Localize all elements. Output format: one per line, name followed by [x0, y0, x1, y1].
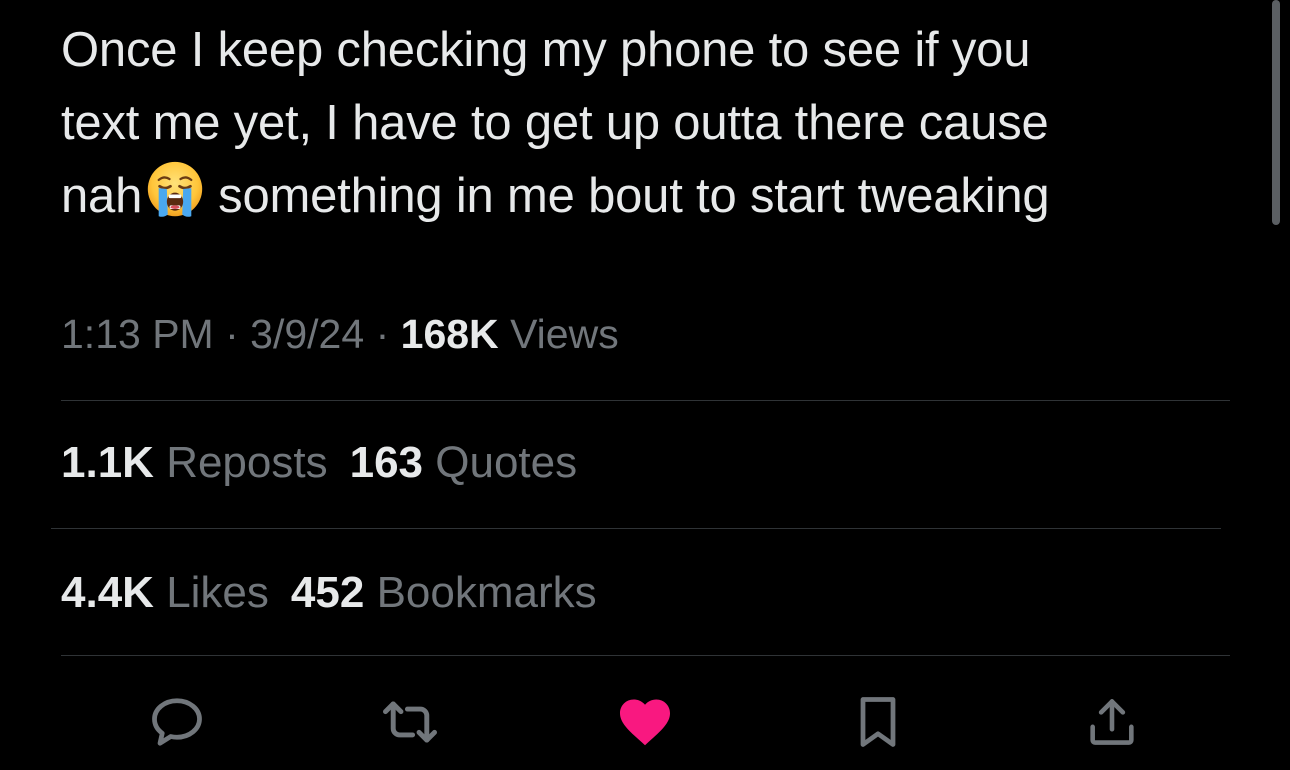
meta-separator: ·	[375, 311, 390, 357]
tweet-text-line-3-start: nah	[61, 169, 143, 223]
views-count: 168K	[400, 311, 499, 357]
repost-icon	[383, 701, 437, 743]
tweet-meta: 1:13 PM · 3/9/24 · 168K Views	[61, 306, 619, 362]
tweet-text-line-1: Once I keep checking my phone to see if …	[61, 23, 1031, 77]
tweet-text-line-2: text me yet, I have to get up outta ther…	[61, 96, 1049, 150]
tweet-text-line-3: nah something in me bout to start tweaki…	[61, 160, 1241, 233]
divider	[51, 528, 1221, 529]
reposts-stat[interactable]: 1.1K Reposts	[61, 438, 328, 487]
tweet-text-line-3-end: something in me bout to start tweaking	[218, 169, 1050, 223]
action-bar	[0, 686, 1290, 766]
meta-separator: ·	[225, 311, 239, 357]
bookmarks-label: Bookmarks	[376, 568, 597, 617]
views-label: Views	[510, 311, 619, 357]
share-icon	[1090, 699, 1134, 745]
share-button[interactable]	[1076, 686, 1148, 758]
reply-icon	[152, 698, 202, 746]
bookmarks-stat[interactable]: 452 Bookmarks	[291, 568, 597, 617]
likes-stat[interactable]: 4.4K Likes	[61, 568, 269, 617]
stats-row-likes-bookmarks: 4.4K Likes 452 Bookmarks	[61, 563, 597, 623]
bookmarks-count: 452	[290, 568, 365, 617]
quotes-stat[interactable]: 163 Quotes	[350, 438, 578, 487]
divider	[61, 655, 1230, 656]
tweet-text: Once I keep checking my phone to see if …	[61, 14, 1241, 233]
reposts-label: Reposts	[166, 438, 328, 487]
reposts-count: 1.1K	[61, 438, 154, 487]
like-button[interactable]	[609, 686, 681, 758]
stats-row-reposts-quotes: 1.1K Reposts 163 Quotes	[61, 433, 577, 493]
bookmark-icon	[860, 697, 896, 747]
scrollbar[interactable]	[1272, 0, 1280, 225]
quotes-label: Quotes	[435, 438, 578, 487]
loudly-crying-face-emoji-icon	[147, 161, 203, 217]
like-icon	[620, 699, 670, 746]
repost-button[interactable]	[374, 686, 446, 758]
quotes-count: 163	[349, 438, 424, 487]
tweet-time[interactable]: 1:13 PM	[61, 311, 214, 357]
likes-label: Likes	[166, 568, 269, 617]
bookmark-button[interactable]	[842, 686, 914, 758]
likes-count: 4.4K	[61, 568, 154, 617]
reply-button[interactable]	[141, 686, 213, 758]
tweet-date[interactable]: 3/9/24	[250, 311, 364, 357]
divider	[61, 400, 1230, 401]
